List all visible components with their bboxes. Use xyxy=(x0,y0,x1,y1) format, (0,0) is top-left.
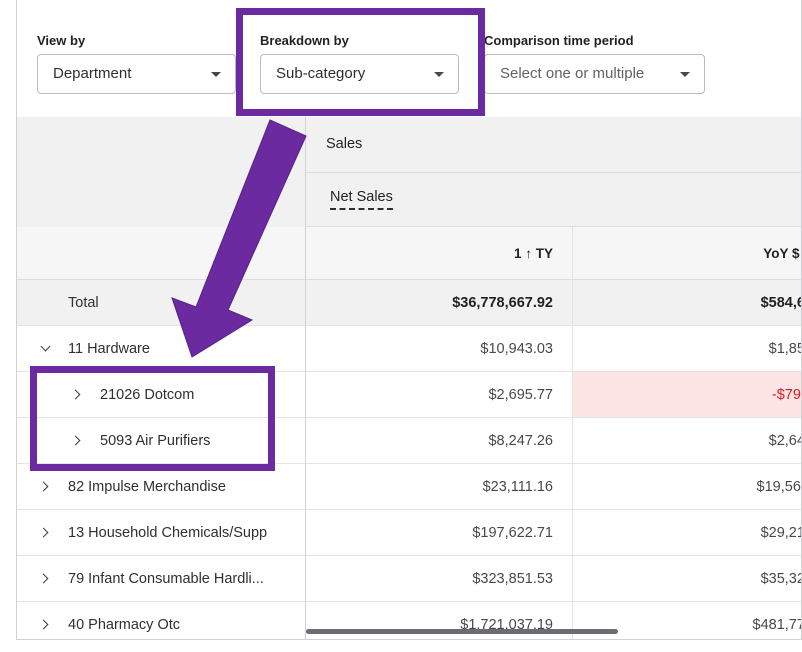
yoy-cell: $35,323 xyxy=(760,571,801,587)
chevron-right-icon[interactable] xyxy=(38,527,49,538)
caret-down-icon xyxy=(680,72,690,77)
ty-cell: $1,721,037.19 xyxy=(306,602,573,639)
view-by-select[interactable]: Department xyxy=(37,54,236,94)
table-row[interactable]: 13 Household Chemicals/Supp xyxy=(17,510,305,556)
table-row[interactable]: 21026 Dotcom xyxy=(17,372,305,418)
sales-table: Total 11 Hardware 21026 Dotcom 5093 Air … xyxy=(17,117,801,639)
table-row: $1,721,037.19 $481,773 xyxy=(306,602,801,639)
chevron-right-icon[interactable] xyxy=(38,481,49,492)
chevron-down-icon[interactable] xyxy=(40,341,51,352)
net-sales-header: Net Sales xyxy=(306,173,801,227)
yoy-cell-negative: -$793. xyxy=(573,372,801,417)
row-label: 79 Infant Consumable Hardli... xyxy=(68,571,264,587)
caret-down-icon xyxy=(211,72,221,77)
table-row[interactable]: 79 Infant Consumable Hardli... xyxy=(17,556,305,602)
row-header-column: Total 11 Hardware 21026 Dotcom 5093 Air … xyxy=(17,117,306,639)
table-row: $23,111.16 $19,569. xyxy=(306,464,801,510)
ty-cell: $10,943.03 xyxy=(306,326,573,371)
value-columns: Sales Net Sales 1 ↑ TY YoY $ C $36,778,6… xyxy=(306,117,801,639)
yoy-cell: $19,569. xyxy=(756,479,801,495)
view-by-value: Department xyxy=(53,65,132,82)
net-sales-label[interactable]: Net Sales xyxy=(330,189,393,210)
row-label: 82 Impulse Merchandise xyxy=(68,479,226,495)
chevron-right-icon[interactable] xyxy=(70,389,81,400)
report-panel: View by Department Breakdown by Sub-cate… xyxy=(16,0,802,640)
sales-group-header: Sales xyxy=(306,117,801,173)
row-label: 11 Hardware xyxy=(68,341,150,357)
ty-cell: $2,695.77 xyxy=(306,372,573,417)
table-row[interactable]: 40 Pharmacy Otc xyxy=(17,602,305,639)
breakdown-by-value: Sub-category xyxy=(276,65,366,82)
table-row: $323,851.53 $35,323 xyxy=(306,556,801,602)
col-ty-header[interactable]: 1 ↑ TY xyxy=(306,227,573,279)
total-yoy: $584,69 xyxy=(760,295,801,311)
total-label: Total xyxy=(68,295,99,311)
row-label: 5093 Air Purifiers xyxy=(100,433,211,449)
table-row: $197,622.71 $29,216 xyxy=(306,510,801,556)
row-label: 21026 Dotcom xyxy=(100,387,195,403)
column-header-row: 1 ↑ TY YoY $ C xyxy=(306,227,801,280)
ty-cell: $323,851.53 xyxy=(306,556,573,601)
table-row: $2,695.77 -$793. xyxy=(306,372,801,418)
col-yoy-header[interactable]: YoY $ C xyxy=(573,227,801,279)
comparison-label: Comparison time period xyxy=(484,33,634,48)
table-row: $10,943.03 $1,852 xyxy=(306,326,801,372)
chevron-right-icon[interactable] xyxy=(70,435,81,446)
comparison-placeholder: Select one or multiple xyxy=(500,65,645,82)
caret-down-icon xyxy=(434,72,444,77)
comparison-select[interactable]: Select one or multiple xyxy=(484,54,705,94)
breakdown-by-label: Breakdown by xyxy=(260,33,349,48)
table-row[interactable]: 82 Impulse Merchandise xyxy=(17,464,305,510)
total-row: $36,778,667.92 $584,69 xyxy=(306,280,801,326)
ty-cell: $23,111.16 xyxy=(306,464,573,509)
sales-group-label: Sales xyxy=(326,136,363,152)
table-row[interactable]: 11 Hardware xyxy=(17,326,305,372)
chevron-right-icon[interactable] xyxy=(38,619,49,630)
yoy-cell: $481,773 xyxy=(752,617,801,633)
horizontal-scrollbar[interactable] xyxy=(306,629,618,634)
row-label: 40 Pharmacy Otc xyxy=(68,617,181,633)
yoy-cell: $2,646 xyxy=(768,433,801,449)
table-row[interactable]: 5093 Air Purifiers xyxy=(17,418,305,464)
filter-bar: View by Department Breakdown by Sub-cate… xyxy=(17,0,801,117)
yoy-cell: $29,216 xyxy=(760,525,801,541)
breakdown-by-select[interactable]: Sub-category xyxy=(260,54,459,94)
total-ty: $36,778,667.92 xyxy=(306,280,573,325)
chevron-right-icon[interactable] xyxy=(38,573,49,584)
yoy-cell: $1,852 xyxy=(768,341,801,357)
ty-cell: $197,622.71 xyxy=(306,510,573,555)
row-label: 13 Household Chemicals/Supp xyxy=(68,525,268,541)
total-row-label: Total xyxy=(17,280,305,326)
table-row: $8,247.26 $2,646 xyxy=(306,418,801,464)
row-header-blank xyxy=(17,117,305,227)
view-by-label: View by xyxy=(37,33,86,48)
row-header-colhead xyxy=(17,227,305,280)
ty-cell: $8,247.26 xyxy=(306,418,573,463)
